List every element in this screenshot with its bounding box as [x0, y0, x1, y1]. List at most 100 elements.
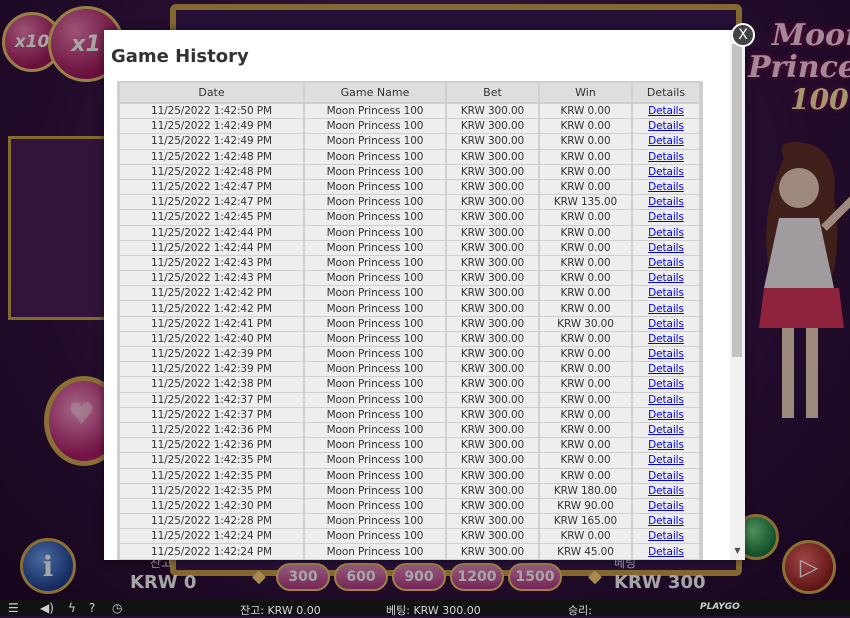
details-link[interactable]: Details	[648, 227, 684, 239]
cell-win: KRW 45.00	[539, 543, 633, 560]
details-link[interactable]: Details	[648, 287, 684, 299]
cell-date: 11/25/2022 1:42:38 PM	[120, 376, 305, 393]
details-link[interactable]: Details	[648, 318, 684, 330]
cell-date: 11/25/2022 1:42:36 PM	[120, 422, 305, 439]
details-link[interactable]: Details	[648, 546, 684, 558]
details-link[interactable]: Details	[648, 196, 684, 208]
details-link[interactable]: Details	[648, 454, 684, 466]
table-row: 11/25/2022 1:42:41 PM Moon Princess 100 KR…	[120, 316, 701, 332]
table-row: 11/25/2022 1:42:49 PM Moon Princess 100 KR…	[120, 133, 701, 150]
scroll-thumb[interactable]	[732, 44, 742, 357]
cell-win: KRW 0.00	[539, 407, 633, 423]
details-link[interactable]: Details	[648, 333, 684, 345]
cell-details: Details	[632, 300, 701, 317]
cell-bet: KRW 300.00	[446, 543, 540, 560]
history-icon[interactable]: ◷	[112, 601, 122, 615]
cell-date: 11/25/2022 1:42:42 PM	[120, 300, 305, 317]
cell-date: 11/25/2022 1:42:49 PM	[120, 118, 305, 135]
modal-scrollbar[interactable]: ▲ ▼	[730, 30, 745, 560]
details-link[interactable]: Details	[648, 303, 684, 315]
cell-game-name: Moon Princess 100	[304, 346, 447, 363]
details-link[interactable]: Details	[648, 135, 684, 147]
details-link[interactable]: Details	[648, 272, 684, 284]
cell-date: 11/25/2022 1:42:39 PM	[120, 361, 305, 378]
table-row: 11/25/2022 1:42:43 PM Moon Princess 100 KR…	[120, 270, 701, 287]
cell-details: Details	[632, 209, 701, 226]
cell-bet: KRW 300.00	[446, 285, 540, 302]
cell-details: Details	[632, 528, 701, 545]
details-link[interactable]: Details	[648, 105, 684, 117]
cell-bet: KRW 300.00	[446, 528, 540, 545]
details-link[interactable]: Details	[648, 530, 684, 542]
table-row: 11/25/2022 1:42:24 PM Moon Princess 100 KR…	[120, 528, 701, 545]
details-link[interactable]: Details	[648, 181, 684, 193]
cell-game-name: Moon Princess 100	[304, 164, 447, 180]
details-link[interactable]: Details	[648, 348, 684, 360]
lightning-icon[interactable]: ϟ	[68, 601, 76, 615]
table-row: 11/25/2022 1:42:44 PM Moon Princess 100 KR…	[120, 225, 701, 241]
table-row: 11/25/2022 1:42:28 PM Moon Princess 100 KR…	[120, 513, 701, 530]
details-link[interactable]: Details	[648, 242, 684, 254]
details-link[interactable]: Details	[648, 515, 684, 527]
details-link[interactable]: Details	[648, 211, 684, 223]
cell-bet: KRW 300.00	[446, 209, 540, 226]
details-link[interactable]: Details	[648, 500, 684, 512]
cell-date: 11/25/2022 1:42:24 PM	[120, 543, 305, 560]
cell-win: KRW 0.00	[539, 437, 633, 454]
cell-win: KRW 0.00	[539, 118, 633, 135]
details-link[interactable]: Details	[648, 439, 684, 451]
cell-date: 11/25/2022 1:42:36 PM	[120, 437, 305, 454]
details-link[interactable]: Details	[648, 485, 684, 497]
details-link[interactable]: Details	[648, 120, 684, 132]
details-link[interactable]: Details	[648, 363, 684, 375]
cell-game-name: Moon Princess 100	[304, 468, 447, 484]
column-header-game-name: Game Name	[304, 83, 447, 104]
details-link[interactable]: Details	[648, 166, 684, 178]
history-table-container[interactable]: Date Game Name Bet Win Details 11/25/202…	[117, 81, 703, 560]
cell-game-name: Moon Princess 100	[304, 118, 447, 135]
cell-details: Details	[632, 543, 701, 560]
details-link[interactable]: Details	[648, 257, 684, 269]
details-link[interactable]: Details	[648, 378, 684, 390]
cell-date: 11/25/2022 1:42:35 PM	[120, 468, 305, 484]
cell-details: Details	[632, 468, 701, 484]
cell-details: Details	[632, 331, 701, 348]
cell-game-name: Moon Princess 100	[304, 270, 447, 287]
cell-game-name: Moon Princess 100	[304, 513, 447, 530]
cell-details: Details	[632, 103, 701, 120]
details-link[interactable]: Details	[648, 424, 684, 436]
cell-game-name: Moon Princess 100	[304, 452, 447, 469]
cell-win: KRW 135.00	[539, 194, 633, 211]
cell-date: 11/25/2022 1:42:45 PM	[120, 209, 305, 226]
cell-win: KRW 0.00	[539, 361, 633, 378]
details-link[interactable]: Details	[648, 409, 684, 421]
help-icon[interactable]: ?	[89, 601, 95, 615]
cell-date: 11/25/2022 1:42:30 PM	[120, 498, 305, 515]
cell-win: KRW 0.00	[539, 422, 633, 439]
cell-game-name: Moon Princess 100	[304, 300, 447, 317]
cell-win: KRW 0.00	[539, 179, 633, 196]
cell-game-name: Moon Princess 100	[304, 498, 447, 515]
menu-icon[interactable]: ☰	[8, 601, 19, 615]
details-link[interactable]: Details	[648, 151, 684, 163]
cell-game-name: Moon Princess 100	[304, 103, 447, 120]
table-row: 11/25/2022 1:42:39 PM Moon Princess 100 KR…	[120, 361, 701, 378]
table-row: 11/25/2022 1:42:49 PM Moon Princess 100 KR…	[120, 118, 701, 135]
provider-logo: PLAYGO	[700, 602, 740, 612]
details-link[interactable]: Details	[648, 470, 684, 482]
column-header-details: Details	[632, 83, 701, 104]
sound-icon[interactable]: ◀)	[40, 601, 54, 615]
cell-bet: KRW 300.00	[446, 498, 540, 515]
close-button[interactable]: X	[731, 23, 755, 47]
cell-bet: KRW 300.00	[446, 179, 540, 196]
cell-details: Details	[632, 164, 701, 180]
cell-bet: KRW 300.00	[446, 300, 540, 317]
cell-win: KRW 0.00	[539, 331, 633, 348]
details-link[interactable]: Details	[648, 394, 684, 406]
table-row: 11/25/2022 1:42:30 PM Moon Princess 100 KR…	[120, 498, 701, 515]
cell-details: Details	[632, 483, 701, 499]
scroll-down-icon[interactable]: ▼	[733, 546, 742, 556]
cell-win: KRW 0.00	[539, 392, 633, 408]
cell-game-name: Moon Princess 100	[304, 194, 447, 211]
cell-date: 11/25/2022 1:42:41 PM	[120, 316, 305, 332]
